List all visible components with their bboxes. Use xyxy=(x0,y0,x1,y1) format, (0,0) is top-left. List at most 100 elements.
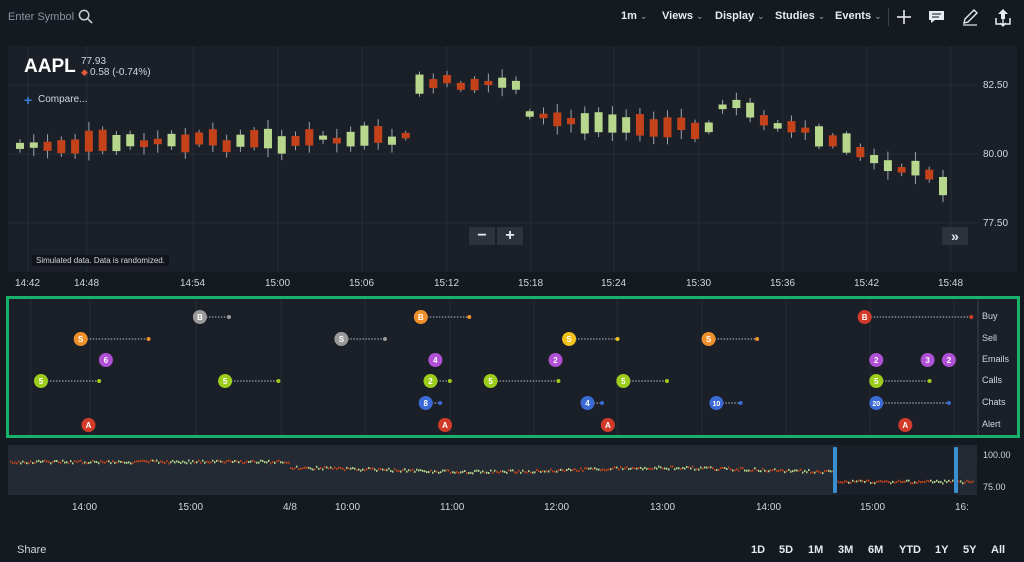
share-button[interactable]: Share xyxy=(17,544,46,556)
candle-body xyxy=(732,99,741,109)
range-bar xyxy=(922,480,924,483)
range-button-all[interactable]: All xyxy=(991,544,1005,556)
range-bar xyxy=(634,467,636,470)
range-button-5d[interactable]: 5D xyxy=(779,544,793,556)
range-bar xyxy=(652,468,654,471)
candle-body xyxy=(208,129,217,146)
studies-menu[interactable]: Studies ⌄ xyxy=(775,10,825,22)
range-bar xyxy=(884,480,886,483)
range-bar xyxy=(882,481,884,484)
range-bar xyxy=(52,461,54,464)
range-bar xyxy=(714,468,716,471)
range-bar xyxy=(138,460,140,463)
candle-body xyxy=(883,160,892,172)
price-axis-label: 80.00 xyxy=(983,149,1009,160)
range-bar xyxy=(778,470,780,473)
range-bar xyxy=(10,460,12,463)
pencil-icon[interactable] xyxy=(960,7,980,27)
range-bar xyxy=(768,470,770,473)
range-bar xyxy=(718,468,720,471)
range-bar xyxy=(228,459,230,462)
range-bar xyxy=(924,481,926,484)
range-button-1m[interactable]: 1M xyxy=(808,544,823,556)
chevron-down-icon: ⌄ xyxy=(696,11,704,21)
range-bar xyxy=(180,462,182,465)
zoom-out-button[interactable]: − xyxy=(469,227,495,245)
range-bar xyxy=(952,479,954,482)
range-bar xyxy=(360,469,362,472)
range-bar xyxy=(466,472,468,475)
range-button-1d[interactable]: 1D xyxy=(751,544,765,556)
range-bar xyxy=(812,471,814,474)
range-bar xyxy=(264,461,266,464)
range-bar xyxy=(560,468,562,471)
scroll-to-end-button[interactable]: » xyxy=(942,227,968,245)
candle-body xyxy=(511,80,520,90)
range-button-5y[interactable]: 5Y xyxy=(963,544,976,556)
interval-menu[interactable]: 1m ⌄ xyxy=(621,10,647,22)
range-bar xyxy=(86,462,88,465)
compare-link[interactable]: Compare... xyxy=(38,94,87,105)
range-bar xyxy=(756,469,758,472)
event-end-dot xyxy=(97,379,102,383)
range-bar xyxy=(644,466,646,469)
event-marker-label: A xyxy=(442,421,448,430)
range-bar xyxy=(574,468,576,471)
range-bar xyxy=(380,467,382,470)
range-bar xyxy=(114,461,116,464)
share-export-icon[interactable] xyxy=(993,7,1013,27)
range-bar xyxy=(36,460,38,463)
range-bar xyxy=(814,471,816,474)
candle-body xyxy=(691,122,700,139)
candle-body xyxy=(842,133,851,153)
range-bar xyxy=(658,465,660,468)
range-navigator[interactable] xyxy=(8,445,977,495)
range-button-6m[interactable]: 6M xyxy=(868,544,883,556)
candle-body xyxy=(346,131,355,147)
range-bar xyxy=(896,481,898,484)
range-bar xyxy=(394,468,396,471)
range-bar xyxy=(254,460,256,463)
search-icon[interactable] xyxy=(78,9,93,24)
candle-body xyxy=(484,80,493,86)
range-button-ytd[interactable]: YTD xyxy=(899,544,921,556)
range-bar xyxy=(472,472,474,475)
range-bar xyxy=(284,461,286,464)
symbol-search-input[interactable] xyxy=(8,8,78,26)
candle-body xyxy=(29,142,38,148)
candle-body xyxy=(181,134,190,153)
range-bar xyxy=(670,465,672,468)
range-bar xyxy=(350,467,352,470)
range-bar xyxy=(56,460,58,463)
ticker-change: 0.58 (-0.74%) xyxy=(90,67,151,78)
range-bar xyxy=(758,470,760,473)
range-button-3m[interactable]: 3M xyxy=(838,544,853,556)
range-bar xyxy=(874,482,876,485)
views-menu[interactable]: Views ⌄ xyxy=(662,10,704,22)
range-bar xyxy=(276,460,278,463)
event-marker-label: B xyxy=(862,313,868,322)
compare-plus-icon[interactable]: + xyxy=(24,92,32,108)
plus-icon[interactable] xyxy=(894,7,914,27)
range-bar xyxy=(942,482,944,485)
range-bar xyxy=(854,480,856,483)
price-chart[interactable]: AAPL 77.93 ◆ 0.58 (-0.74%) + Compare... … xyxy=(8,46,977,272)
range-bar xyxy=(234,459,236,462)
range-bar xyxy=(826,469,828,472)
range-time-label: 15:00 xyxy=(178,502,204,513)
range-bar xyxy=(82,462,84,465)
price-axis[interactable]: 82.50 80.00 77.50 xyxy=(977,46,1017,272)
comment-icon[interactable] xyxy=(927,7,947,27)
range-bar xyxy=(488,472,490,475)
range-bar xyxy=(168,462,170,465)
display-menu[interactable]: Display ⌄ xyxy=(715,10,765,22)
events-menu[interactable]: Events ⌄ xyxy=(835,10,882,22)
range-bar xyxy=(406,470,408,473)
range-bar xyxy=(68,462,70,465)
range-bar xyxy=(330,466,332,469)
range-button-1y[interactable]: 1Y xyxy=(935,544,948,556)
zoom-in-button[interactable]: + xyxy=(497,227,523,245)
event-row-label: Emails xyxy=(982,354,1010,364)
range-bar xyxy=(584,467,586,470)
range-bar xyxy=(440,471,442,474)
